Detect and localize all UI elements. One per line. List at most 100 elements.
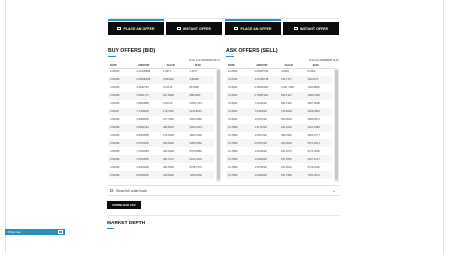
table-cell: 5280.1280 — [189, 141, 202, 145]
table-cell: 888.6880 — [189, 94, 201, 98]
table-row[interactable]: 0.00058 4.9941773 407.0600 888.6880 — [108, 91, 214, 100]
right-border — [443, 0, 444, 253]
wallet-icon — [234, 27, 239, 30]
chat-now-button[interactable]: Chat now — [5, 229, 65, 235]
checkbox[interactable] — [110, 189, 113, 192]
table-cell: 320.0000 — [281, 141, 292, 145]
table-row[interactable]: 0.07022 3.27469748 164.7747 164.6371 — [226, 75, 332, 84]
table-row[interactable]: 0.00047 1.7359000 179.7952 2211.8920 — [108, 107, 214, 116]
table-row[interactable]: 0.00058 2.5804885 1500.00 2038.7221 — [108, 100, 214, 108]
buy-offers-table: RATE AMOUNT VALUE SUM 0.00059 2.05138898 1.49… — [108, 62, 221, 182]
table-cell: 7.2222000 — [254, 102, 267, 106]
table-cell: 2.5700000 — [136, 141, 149, 145]
table-cell: 6171.3066 — [307, 149, 320, 153]
table-row[interactable]: 0.17890 1.2100000 201.2674 6171.3066 — [226, 147, 332, 155]
table-row[interactable]: 0.17890 1.0420000 187.2550 6427.1217 — [226, 155, 332, 164]
table-cell: 4089.0972 — [307, 118, 320, 122]
table-row[interactable]: 0.15000 0.38336000 2.097.7283 1063.8865 — [226, 84, 332, 92]
scrollbar-thumb[interactable] — [335, 70, 338, 180]
table-cell: 4963.3777 — [307, 133, 320, 137]
table-row[interactable]: 0.17890 1.0420000 181.7950 7021.9270 — [226, 171, 332, 180]
chat-window-icon — [58, 230, 63, 234]
market-depth-title: MARKET DEPTH — [107, 221, 146, 226]
table-row[interactable]: 0.17890 1.3075000 222.3010 6719.3290 — [226, 163, 332, 171]
table-cell: 0.00058 — [110, 78, 120, 82]
table-cell: 0.00048 — [110, 118, 120, 122]
table-row[interactable]: 0.00058 3.4032733 31.0474 86.5380 — [108, 84, 214, 92]
place-offer-button[interactable]: PLACE AN OFFER — [225, 22, 281, 35]
table-row[interactable]: 0.15000 0.00987790 0.0002 0.0002 — [226, 68, 332, 76]
table-row[interactable]: 0.000585.5500000497.00007654.2900 — [108, 179, 214, 183]
table-row[interactable]: 0.15000 1.0017000 500.0000 4089.0972 — [226, 116, 332, 124]
table-row[interactable]: 0.178901.5475000221.11707297.8340 — [226, 179, 332, 183]
table-cell: 256.0000 — [163, 141, 174, 145]
table-cell: 0.17890 — [228, 157, 238, 161]
table-row[interactable]: 0.00058 0.06808238 3.654410 4.88480 — [108, 75, 214, 84]
table-cell: 5371.5510 — [307, 141, 320, 145]
table-cell: 0.00048 — [110, 141, 120, 145]
table-cell: 8.0000000 — [136, 173, 149, 177]
table-row[interactable]: 0.17890 0.0517000 320.0000 5371.5510 — [226, 139, 332, 148]
table-cell: 0.00058 — [110, 133, 120, 137]
instant-offer-button[interactable]: INSTANT OFFER — [283, 22, 339, 35]
table-cell: 0.15000 — [228, 102, 238, 106]
instant-offer-button[interactable]: INSTANT OFFER — [166, 22, 222, 35]
scrollbar[interactable] — [334, 68, 339, 182]
table-cell: 482.5000 — [163, 165, 174, 169]
table-cell: 1.4977 — [163, 70, 171, 74]
table-row[interactable]: 0.00048 6.9858500 477.7682 2690.3280 — [108, 116, 214, 124]
table-cell: 0.00047 — [110, 110, 120, 114]
table-cell: 0.15000 — [228, 94, 238, 98]
table-cell: 164.7747 — [281, 78, 292, 82]
place-offer-button[interactable]: PLACE AN OFFER — [108, 22, 164, 35]
table-cell: 0.07022 — [228, 78, 238, 82]
column-header: SUM — [194, 63, 201, 67]
table-row[interactable]: 0.00058 8.5500085 476.0000 4823.7828 — [108, 132, 214, 140]
table-row[interactable]: 0.15000 7.2222000 381.1322 2807.0098 — [226, 100, 332, 108]
table-row[interactable]: 0.00048 2.5000000 482.5000 6768.7470 — [108, 163, 214, 171]
table-row[interactable]: 0.00048 5.0000050 481.3714 6242.4418 — [108, 155, 214, 164]
column-header: AMOUNT — [138, 63, 150, 67]
table-cell: 240.0000 — [163, 173, 174, 177]
table-cell: 1500.00 — [163, 102, 173, 106]
table-row[interactable]: 0.00058 1.7094983 480.0000 5760.5880 — [108, 147, 214, 155]
table-row[interactable]: 0.15000 7.5400000 379.6600 3189.0920 — [226, 107, 332, 116]
column-header: SUM — [312, 63, 319, 67]
title-underline — [226, 56, 234, 58]
section-divider — [107, 215, 339, 216]
table-cell: 2690.3280 — [189, 118, 202, 122]
table-cell: 0.00058 — [110, 149, 120, 153]
table-cell: 4421.0480 — [307, 126, 320, 130]
table-body: 0.00059 2.05138898 1.4977 1.4977 0.00058 0.06… — [108, 68, 214, 182]
table-row[interactable]: 0.00059 2.05138898 1.4977 1.4977 — [108, 68, 214, 76]
table-cell: 2.5000000 — [136, 165, 149, 169]
table-row[interactable]: 0.00048 2.5700000 256.0000 5280.1280 — [108, 139, 214, 148]
download-csv-button[interactable]: DOWNLOAD CSV — [107, 201, 141, 209]
table-cell: 1.3075000 — [254, 165, 267, 169]
table-cell: 1.7094983 — [136, 149, 149, 153]
table-cell: 3189.0920 — [307, 110, 320, 114]
table-row[interactable]: 0.00048 6.8992144 486.8410 3456.4224 — [108, 123, 214, 132]
column-header: RATE — [110, 63, 117, 67]
title-underline — [108, 56, 116, 58]
table-cell: 481.3714 — [163, 157, 174, 161]
table-cell: 31.0474 — [163, 86, 173, 90]
table-cell: 380.2320 — [281, 133, 292, 137]
table-row[interactable]: 0.17890 1.5527000 380.2320 4963.3777 — [226, 132, 332, 140]
scrollbar[interactable] — [216, 68, 221, 182]
table-row[interactable]: 0.17890 1.4171000 231.3210 4421.0480 — [226, 123, 332, 132]
table-cell: 0.17890 — [228, 141, 238, 145]
table-cell: 2807.0098 — [307, 102, 320, 106]
show-full-order-book-toggle[interactable]: Show full order book ⌄ — [108, 185, 339, 196]
column-header: RATE — [228, 63, 235, 67]
table-cell: 0.0517000 — [254, 141, 267, 145]
table-row[interactable]: 0.00048 8.0000000 240.0000 7200.0000 — [108, 171, 214, 180]
table-cell: 477.7682 — [163, 118, 174, 122]
table-row[interactable]: 0.15000 0.70087000 500.1327 1980.2180 — [226, 91, 332, 100]
bolt-icon — [176, 27, 181, 30]
scrollbar-thumb[interactable] — [217, 70, 220, 180]
table-cell: 2211.8920 — [189, 110, 202, 114]
chevron-down-icon[interactable]: ⌄ — [333, 188, 336, 193]
table-cell: 1.0420000 — [254, 173, 267, 177]
ask-offers-title: ASK OFFERS (SELL) — [226, 48, 278, 54]
